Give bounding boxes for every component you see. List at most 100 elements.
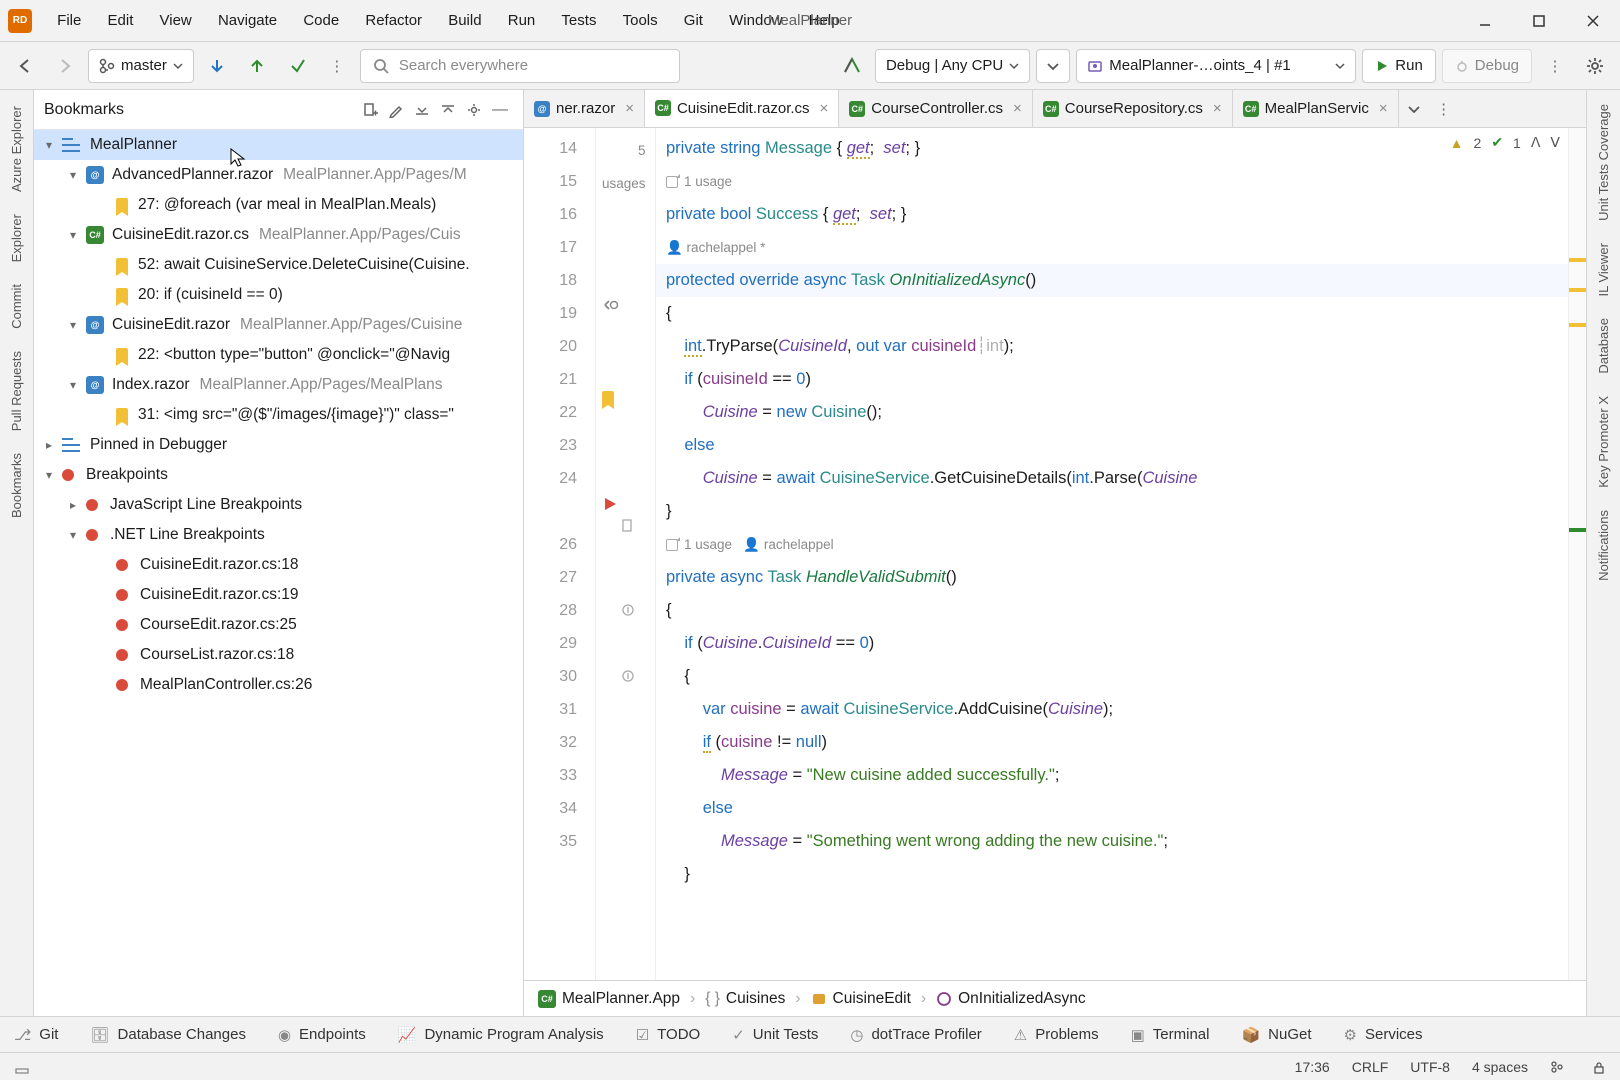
editor-tab[interactable]: C#CourseRepository.cs×	[1033, 90, 1233, 127]
tree-bookmark[interactable]: 27: @foreach (var meal in MealPlan.Meals…	[34, 190, 523, 220]
breadcrumb-item[interactable]: OnInitializedAsync	[936, 990, 1086, 1008]
maximize-button[interactable]	[1512, 0, 1566, 42]
build-button[interactable]	[835, 49, 869, 83]
tree-file[interactable]: ▾@Index.razorMealPlanner.App/Pages/MealP…	[34, 370, 523, 400]
toolbar-more-button[interactable]: ⋮	[1538, 49, 1572, 83]
rail-explorer[interactable]: Explorer	[9, 204, 24, 272]
rail-pull-requests[interactable]: Pull Requests	[9, 341, 24, 441]
error-stripe[interactable]	[1568, 128, 1586, 980]
tree-file[interactable]: ▾C#CuisineEdit.razor.csMealPlanner.App/P…	[34, 220, 523, 250]
toolwin-services[interactable]: ⚙Services	[1344, 1026, 1423, 1044]
tree-file[interactable]: ▾@AdvancedPlanner.razorMealPlanner.App/P…	[34, 160, 523, 190]
vcs-push-button[interactable]	[280, 49, 314, 83]
status-line-ending[interactable]: CRLF	[1352, 1059, 1389, 1075]
vcs-more-button[interactable]: ⋮	[320, 49, 354, 83]
solution-config-selector[interactable]: Debug | Any CPU	[875, 49, 1030, 83]
menu-refactor[interactable]: Refactor	[350, 12, 433, 29]
status-time[interactable]: 17:36	[1295, 1059, 1330, 1075]
toolwin-nuget[interactable]: 📦NuGet	[1241, 1026, 1311, 1044]
rail-notifications[interactable]: Notifications	[1596, 500, 1611, 591]
git-branch-selector[interactable]: master	[88, 49, 194, 83]
debug-button[interactable]: Debug	[1442, 49, 1532, 83]
line-number-gutter[interactable]: 5 usages1415161718192021222324 262728293…	[524, 128, 596, 980]
menu-git[interactable]: Git	[669, 12, 714, 29]
breadcrumb-item[interactable]: { }Cuisines	[705, 990, 785, 1008]
gutter-marks[interactable]	[596, 128, 656, 980]
search-everywhere[interactable]: Search everywhere	[360, 49, 680, 83]
tree-bookmark[interactable]: 22: <button type="button" @onclick="@Nav…	[34, 340, 523, 370]
rail-il-viewer[interactable]: IL Viewer	[1596, 233, 1611, 306]
menu-run[interactable]: Run	[493, 12, 547, 29]
toolwin-terminal[interactable]: ▣Terminal	[1131, 1026, 1210, 1044]
menu-code[interactable]: Code	[288, 12, 350, 29]
tabs-more-button[interactable]: ⋮	[1429, 90, 1459, 127]
toolwin-todo[interactable]: ☑TODO	[636, 1026, 701, 1044]
rail-database[interactable]: Database	[1596, 308, 1611, 384]
close-tab-icon[interactable]: ×	[1013, 100, 1022, 117]
rail-azure-explorer[interactable]: Azure Explorer	[9, 96, 24, 202]
breadcrumb-item[interactable]: CuisineEdit	[811, 990, 911, 1008]
close-tab-icon[interactable]: ×	[625, 100, 634, 117]
tree-file[interactable]: ▾@CuisineEdit.razorMealPlanner.App/Pages…	[34, 310, 523, 340]
toolwin-problems[interactable]: ⚠Problems	[1014, 1026, 1099, 1044]
tree-pinned[interactable]: ▸Pinned in Debugger	[34, 430, 523, 460]
prev-highlight-button[interactable]: ᐱ	[1531, 134, 1541, 151]
edit-bookmark-button[interactable]	[383, 102, 409, 118]
close-tab-icon[interactable]: ×	[1213, 100, 1222, 117]
move-up-button[interactable]	[435, 102, 461, 118]
tree-bookmark[interactable]: 52: await CuisineService.DeleteCuisine(C…	[34, 250, 523, 280]
tree-bookmark[interactable]: 31: <img src="@($"/images/{image}")" cla…	[34, 400, 523, 430]
tree-bp-item[interactable]: CuisineEdit.razor.cs:19	[34, 580, 523, 610]
rail-unit-tests-coverage[interactable]: Unit Tests Coverage	[1596, 94, 1611, 231]
nav-forward-button[interactable]	[48, 49, 82, 83]
toolwin-git[interactable]: ⎇Git	[14, 1026, 58, 1044]
close-button[interactable]	[1566, 0, 1620, 42]
menu-edit[interactable]: Edit	[92, 12, 144, 29]
tree-bp-group[interactable]: ▾.NET Line Breakpoints	[34, 520, 523, 550]
editor-tab[interactable]: C#MealPlanServic×	[1233, 90, 1399, 127]
toolwin-endpoints[interactable]: ◉Endpoints	[278, 1026, 366, 1044]
close-tab-icon[interactable]: ×	[1379, 100, 1388, 117]
next-highlight-button[interactable]: ᐯ	[1550, 134, 1560, 151]
add-bookmark-button[interactable]	[357, 102, 383, 118]
menu-tests[interactable]: Tests	[546, 12, 607, 29]
tabs-overflow-button[interactable]	[1399, 90, 1429, 127]
toolwin-unit-tests[interactable]: ✓Unit Tests	[732, 1026, 818, 1044]
menu-view[interactable]: View	[144, 12, 202, 29]
rail-commit[interactable]: Commit	[9, 274, 24, 339]
tree-root[interactable]: ▾MealPlanner	[34, 130, 523, 160]
tree-bp-item[interactable]: CourseList.razor.cs:18	[34, 640, 523, 670]
status-encoding[interactable]: UTF-8	[1410, 1059, 1450, 1075]
vcs-commit-button[interactable]	[240, 49, 274, 83]
vcs-update-button[interactable]	[200, 49, 234, 83]
status-indent[interactable]: 4 spaces	[1472, 1059, 1528, 1075]
tree-bp-item[interactable]: MealPlanController.cs:26	[34, 670, 523, 700]
inspection-widget[interactable]: ▲2 ✔1 ᐱ ᐯ	[1450, 134, 1560, 151]
settings-button[interactable]	[1578, 49, 1612, 83]
tree-bp-item[interactable]: CuisineEdit.razor.cs:18	[34, 550, 523, 580]
tree-breakpoints[interactable]: ▾Breakpoints	[34, 460, 523, 490]
nav-back-button[interactable]	[8, 49, 42, 83]
panel-settings-button[interactable]	[461, 102, 487, 118]
run-config-selector[interactable]: MealPlanner-…oints_4 | #1	[1076, 49, 1356, 83]
minimize-button[interactable]	[1458, 0, 1512, 42]
menu-build[interactable]: Build	[433, 12, 493, 29]
tree-bookmark[interactable]: 20: if (cuisineId == 0)	[34, 280, 523, 310]
editor-tab[interactable]: @ner.razor×	[524, 90, 645, 127]
config-dropdown-button[interactable]	[1036, 49, 1070, 83]
move-down-button[interactable]	[409, 102, 435, 118]
tree-bp-item[interactable]: CourseEdit.razor.cs:25	[34, 610, 523, 640]
editor-tab[interactable]: C#CuisineEdit.razor.cs×	[645, 90, 839, 128]
code-editor[interactable]: private string Message { get; set; }1 us…	[656, 128, 1568, 980]
hide-panel-button[interactable]: —	[487, 101, 513, 119]
toolwin-database-changes[interactable]: 🗄Database Changes	[90, 1026, 245, 1044]
close-tab-icon[interactable]: ×	[820, 100, 829, 117]
readonly-lock-icon[interactable]	[1592, 1060, 1606, 1074]
menu-file[interactable]: File	[42, 12, 92, 29]
tree-bp-group[interactable]: ▸JavaScript Line Breakpoints	[34, 490, 523, 520]
rail-bookmarks[interactable]: Bookmarks	[9, 443, 24, 528]
branch-status[interactable]	[1550, 1060, 1564, 1074]
breadcrumb-item[interactable]: C#MealPlanner.App	[538, 990, 680, 1008]
menu-tools[interactable]: Tools	[607, 12, 668, 29]
menu-navigate[interactable]: Navigate	[203, 12, 288, 29]
